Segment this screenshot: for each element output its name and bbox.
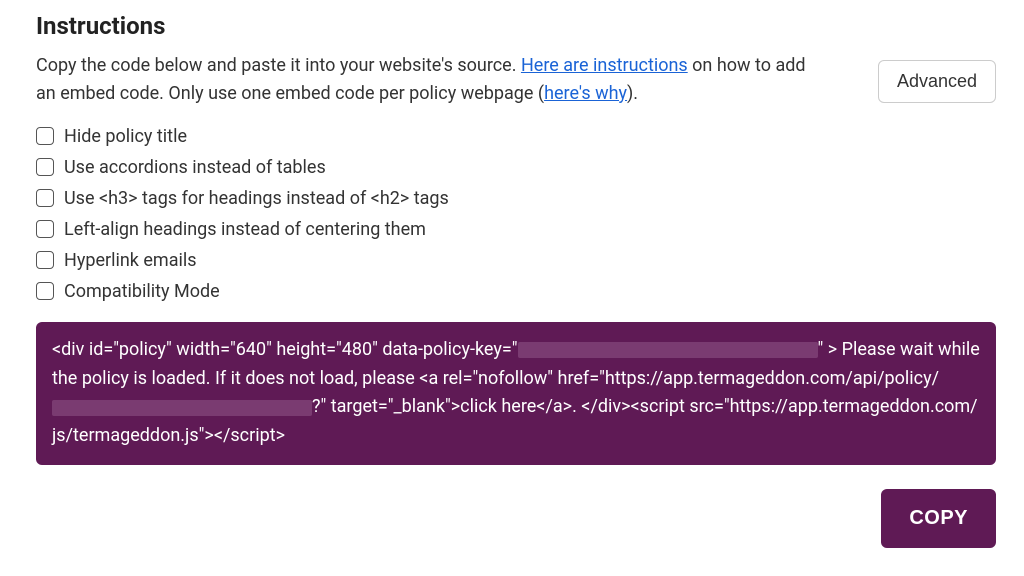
instructions-link[interactable]: Here are instructions (521, 55, 688, 76)
option-label: Use <h3> tags for headings instead of <h… (64, 188, 449, 209)
embed-code-box[interactable]: <div id="policy" width="640" height="480… (36, 322, 996, 465)
option-label: Hyperlink emails (64, 250, 197, 271)
redacted-policy-key (518, 342, 818, 358)
option-label: Compatibility Mode (64, 281, 220, 302)
copy-button[interactable]: COPY (881, 489, 996, 548)
options-list: Hide policy title Use accordions instead… (36, 126, 996, 302)
instructions-text: Copy the code below and paste it into yo… (36, 52, 816, 108)
option-compatibility[interactable]: Compatibility Mode (36, 281, 996, 302)
option-label: Use accordions instead of tables (64, 157, 326, 178)
heres-why-link[interactable]: here's why (544, 83, 627, 104)
option-h3-tags[interactable]: Use <h3> tags for headings instead of <h… (36, 188, 996, 209)
option-accordions[interactable]: Use accordions instead of tables (36, 157, 996, 178)
code-part-1: <div id="policy" width="640" height="480… (52, 339, 518, 360)
checkbox-hyperlink-emails[interactable] (36, 251, 54, 269)
intro-text-1: Copy the code below and paste it into yo… (36, 55, 521, 76)
option-hide-title[interactable]: Hide policy title (36, 126, 996, 147)
option-hyperlink-emails[interactable]: Hyperlink emails (36, 250, 996, 271)
redacted-policy-id (52, 400, 312, 416)
checkbox-left-align[interactable] (36, 220, 54, 238)
page-title: Instructions (36, 12, 816, 40)
checkbox-hide-title[interactable] (36, 127, 54, 145)
checkbox-h3-tags[interactable] (36, 189, 54, 207)
checkbox-compatibility[interactable] (36, 282, 54, 300)
option-label: Left-align headings instead of centering… (64, 219, 426, 240)
intro-text-3: ). (627, 83, 638, 104)
option-left-align[interactable]: Left-align headings instead of centering… (36, 219, 996, 240)
advanced-button[interactable]: Advanced (878, 60, 996, 103)
checkbox-accordions[interactable] (36, 158, 54, 176)
option-label: Hide policy title (64, 126, 187, 147)
